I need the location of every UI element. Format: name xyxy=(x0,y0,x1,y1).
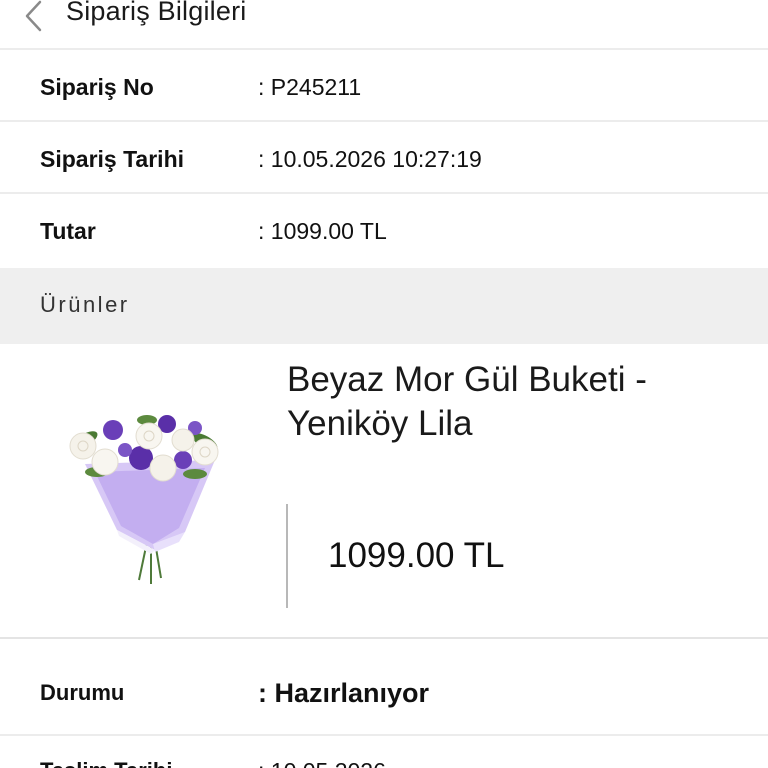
order-date-label: Sipariş Tarihi xyxy=(40,146,185,172)
order-total-row: Tutar : 1099.00 TL xyxy=(0,194,768,266)
status-row: Durumu : Hazırlanıyor xyxy=(0,640,768,736)
order-date-row: Sipariş Tarihi : 10.05.2026 10:27:19 xyxy=(0,122,768,194)
status-value: : Hazırlanıyor xyxy=(258,678,430,708)
products-section-title: Ürünler xyxy=(40,292,130,317)
flower-bouquet-image xyxy=(69,415,219,584)
status-label: Durumu xyxy=(40,680,125,705)
delivery-date-label: Teslim Tarihi xyxy=(40,758,172,768)
order-date-value: : 10.05.2026 10:27:19 xyxy=(258,146,482,172)
product-item[interactable]: Beyaz Mor Gül Buketi - Yeniköy Lila 1099… xyxy=(0,344,768,639)
page-title: Sipariş Bilgileri xyxy=(66,0,247,26)
delivery-date-row: Teslim Tarihi : 10.05.2026 xyxy=(0,738,768,768)
products-section-header: Ürünler xyxy=(0,268,768,344)
delivery-date-value: : 10.05.2026 xyxy=(258,758,386,768)
chevron-left-icon xyxy=(25,0,42,32)
order-total-value: : 1099.00 TL xyxy=(258,218,387,244)
order-number-value: : P245211 xyxy=(258,74,362,100)
product-name: Beyaz Mor Gül Buketi - Yeniköy Lila xyxy=(287,360,647,443)
back-button[interactable] xyxy=(14,0,54,38)
product-price: 1099.00 TL xyxy=(328,536,505,575)
order-total-label: Tutar xyxy=(40,218,96,244)
top-navigation-bar: Sipariş Bilgileri xyxy=(0,0,768,50)
price-divider xyxy=(286,504,288,608)
order-number-row: Sipariş No : P245211 xyxy=(0,50,768,122)
order-number-label: Sipariş No xyxy=(40,74,154,100)
